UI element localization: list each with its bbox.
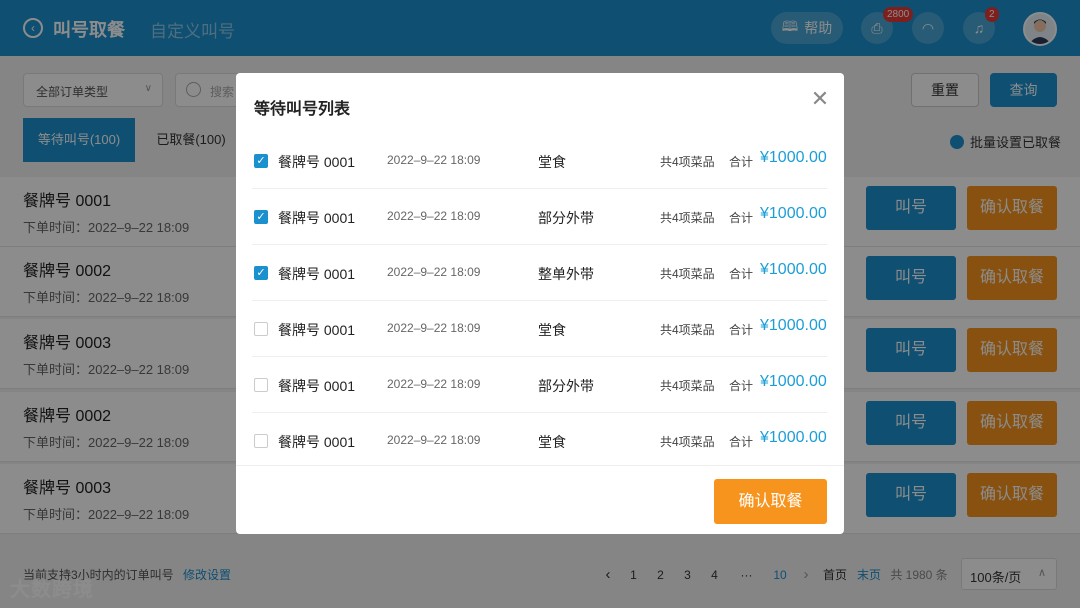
modal-title: 等待叫号列表 (254, 101, 351, 118)
item-count: 共4项菜品 (660, 379, 715, 393)
list-item[interactable]: ✓ 餐牌号 0001 2022–9–22 18:09 堂食 共4项菜品 合计 ¥… (252, 133, 827, 189)
checkbox[interactable]: ✓ (254, 210, 268, 224)
order-type: 整单外带 (538, 266, 594, 282)
total-label: 合计 (729, 155, 754, 169)
order-time: 2022–9–22 18:09 (387, 377, 481, 391)
list-item[interactable]: 餐牌号 0001 2022–9–22 18:09 部分外带 共4项菜品 合计 ¥… (252, 357, 827, 413)
order-number: 餐牌号 0001 (278, 434, 356, 450)
list-item[interactable]: 餐牌号 0001 2022–9–22 18:09 堂食 共4项菜品 合计 ¥10… (252, 413, 827, 469)
total-label: 合计 (729, 379, 754, 393)
order-time: 2022–9–22 18:09 (387, 209, 481, 223)
order-type: 堂食 (538, 434, 566, 450)
checkbox[interactable] (254, 378, 268, 392)
order-number: 餐牌号 0001 (278, 266, 356, 282)
total-amount: ¥1000.00 (760, 261, 827, 278)
order-type: 堂食 (538, 154, 566, 170)
total-label: 合计 (729, 211, 754, 225)
total-amount: ¥1000.00 (760, 149, 827, 166)
total-amount: ¥1000.00 (760, 429, 827, 446)
modal-footer: 确认取餐 (236, 465, 844, 534)
order-number: 餐牌号 0001 (278, 154, 356, 170)
order-type: 堂食 (538, 322, 566, 338)
total-label: 合计 (729, 267, 754, 281)
order-time: 2022–9–22 18:09 (387, 321, 481, 335)
checkbox[interactable] (254, 434, 268, 448)
order-time: 2022–9–22 18:09 (387, 265, 481, 279)
item-count: 共4项菜品 (660, 211, 715, 225)
total-label: 合计 (729, 323, 754, 337)
total-amount: ¥1000.00 (760, 317, 827, 334)
list-item[interactable]: ✓ 餐牌号 0001 2022–9–22 18:09 部分外带 共4项菜品 合计… (252, 189, 827, 245)
order-type: 部分外带 (538, 210, 594, 226)
checkbox[interactable] (254, 322, 268, 336)
item-count: 共4项菜品 (660, 323, 715, 337)
total-amount: ¥1000.00 (760, 373, 827, 390)
total-amount: ¥1000.00 (760, 205, 827, 222)
item-count: 共4项菜品 (660, 155, 715, 169)
checkbox[interactable]: ✓ (254, 154, 268, 168)
order-number: 餐牌号 0001 (278, 210, 356, 226)
order-number: 餐牌号 0001 (278, 322, 356, 338)
item-count: 共4项菜品 (660, 435, 715, 449)
total-label: 合计 (729, 435, 754, 449)
close-icon[interactable]: ✕ (810, 88, 830, 110)
order-type: 部分外带 (538, 378, 594, 394)
order-time: 2022–9–22 18:09 (387, 153, 481, 167)
waiting-call-modal: 等待叫号列表 ✕ ✓ 餐牌号 0001 2022–9–22 18:09 堂食 共… (236, 73, 844, 534)
order-number: 餐牌号 0001 (278, 378, 356, 394)
list-item[interactable]: 餐牌号 0001 2022–9–22 18:09 堂食 共4项菜品 合计 ¥10… (252, 301, 827, 357)
checkbox[interactable]: ✓ (254, 266, 268, 280)
confirm-pickup-button[interactable]: 确认取餐 (714, 479, 827, 524)
list-item[interactable]: ✓ 餐牌号 0001 2022–9–22 18:09 整单外带 共4项菜品 合计… (252, 245, 827, 301)
order-time: 2022–9–22 18:09 (387, 433, 481, 447)
item-count: 共4项菜品 (660, 267, 715, 281)
